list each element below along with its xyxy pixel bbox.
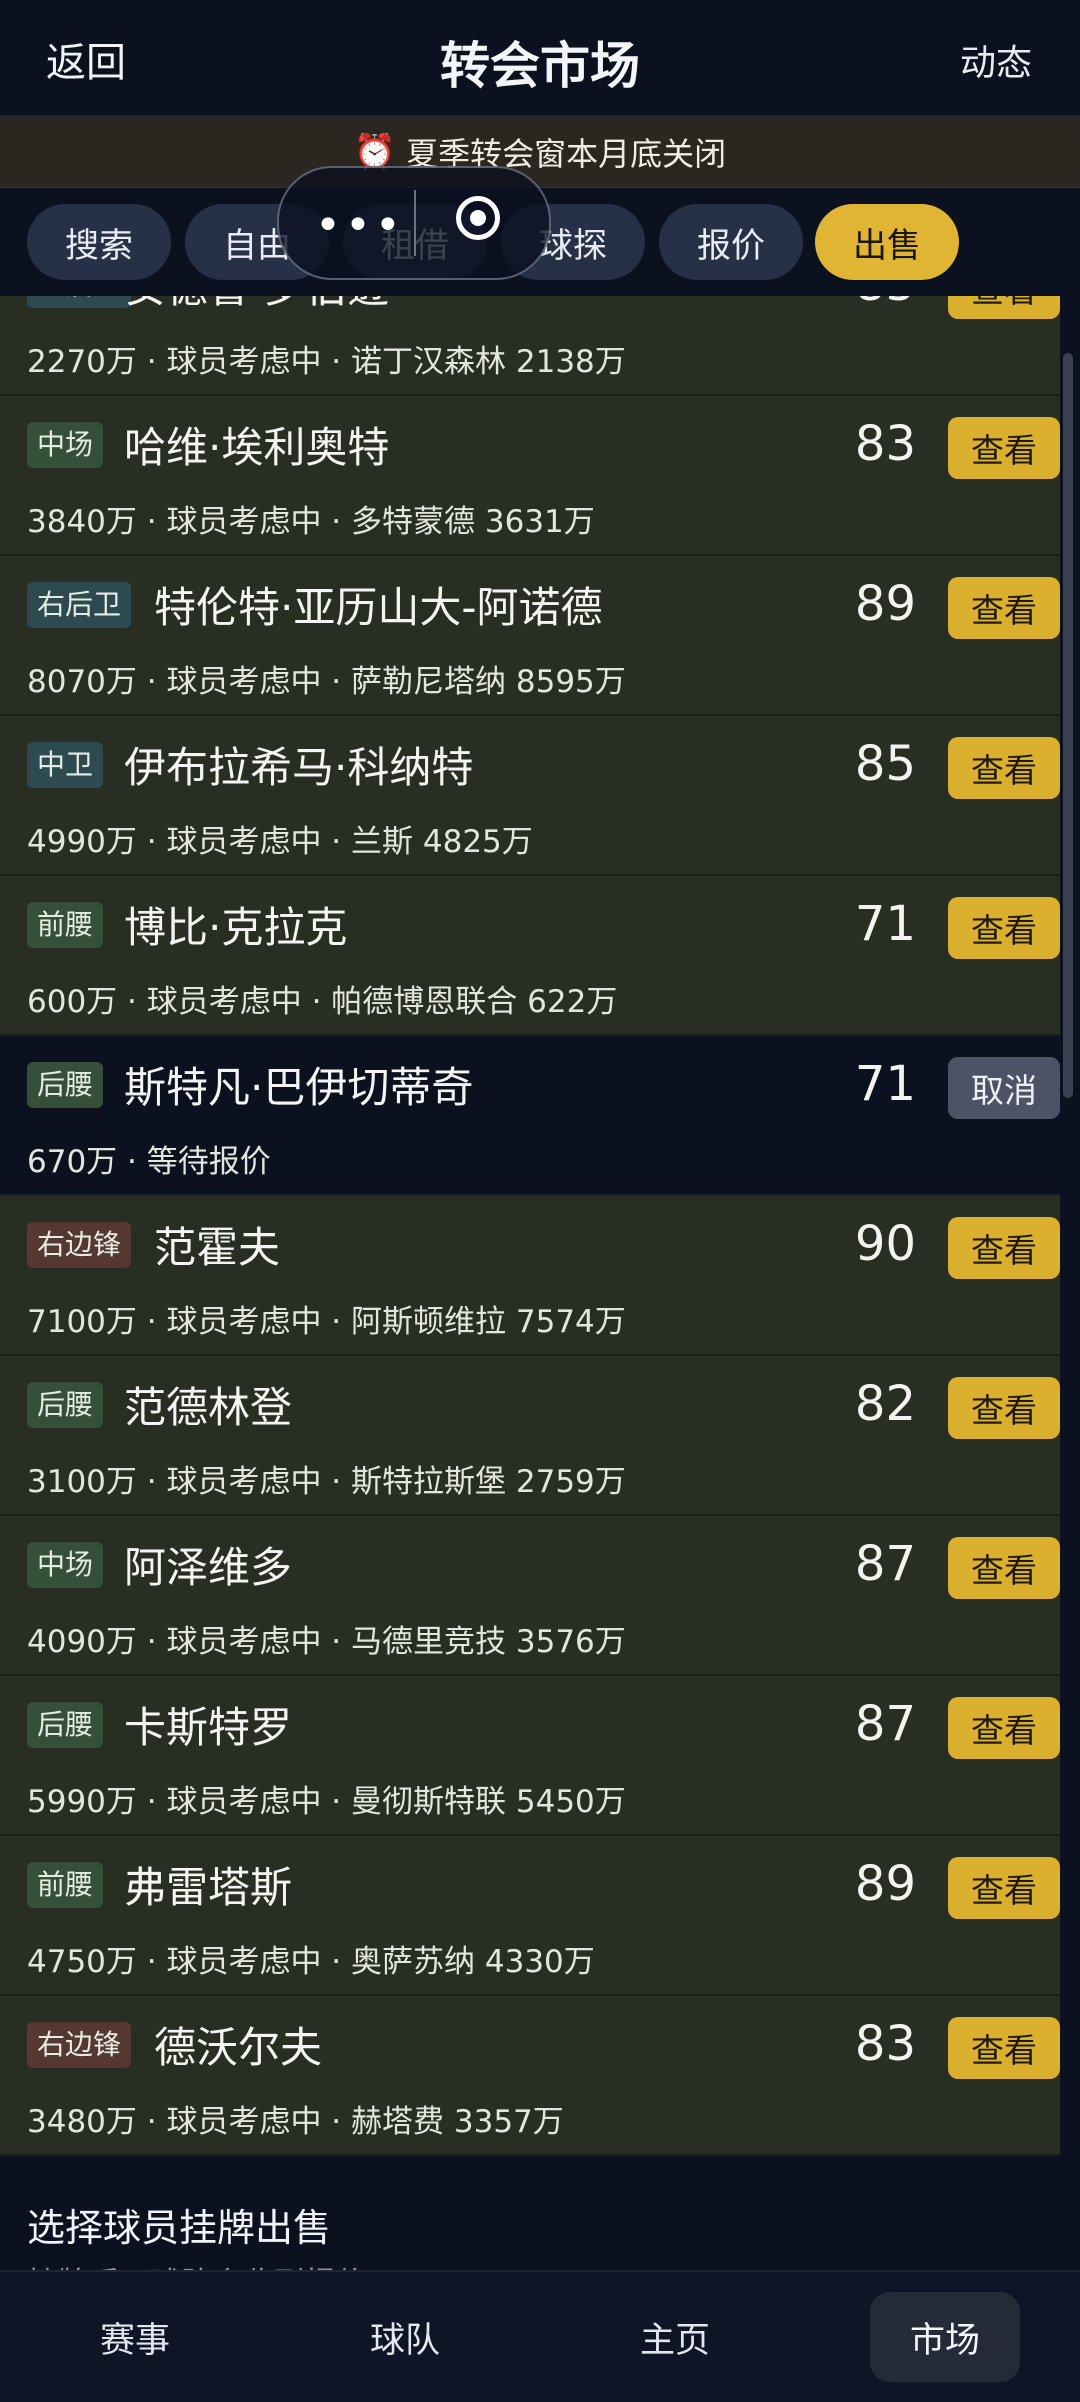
position-badge: 后腰 — [27, 1702, 104, 1748]
player-list: 左后卫 安德鲁·罗伯逊 85 查看 2270万 · 球员考虑中 · 诺丁汉森林 … — [0, 296, 1060, 2169]
player-row[interactable]: 右后卫 特伦特·亚历山大-阿诺德 89 查看 8070万 · 球员考虑中 · 萨… — [0, 556, 1060, 716]
page-title: 转会市场 — [440, 37, 640, 95]
player-rating: 89 — [854, 1856, 916, 1912]
player-name: 博比·克拉克 — [124, 903, 348, 952]
player-name: 阿泽维多 — [124, 1543, 293, 1592]
sell-section-subtitle: 挂牌后 · 球队会收到报价 — [27, 2258, 367, 2270]
player-rating: 85 — [854, 736, 916, 792]
player-name: 哈维·埃利奥特 — [124, 423, 390, 472]
position-badge: 后腰 — [27, 1382, 104, 1428]
player-rating: 90 — [854, 1216, 916, 1272]
cancel-listing-button[interactable]: 取消 — [948, 1057, 1060, 1119]
player-detail: 3480万 · 球员考虑中 · 赫塔费 3357万 — [27, 2104, 564, 2140]
player-detail: 4090万 · 球员考虑中 · 马德里竞技 3576万 — [27, 1624, 626, 1660]
list-scrollbar[interactable] — [1063, 353, 1073, 1098]
player-name: 范霍夫 — [154, 1223, 281, 1272]
position-badge: 左后卫 — [27, 296, 132, 308]
player-row[interactable]: 左后卫 安德鲁·罗伯逊 85 查看 2270万 · 球员考虑中 · 诺丁汉森林 … — [0, 296, 1060, 396]
tab-sell[interactable]: 出售 — [815, 204, 959, 280]
player-row[interactable]: 中场 阿泽维多 87 查看 4090万 · 球员考虑中 · 马德里竞技 3576… — [0, 1516, 1060, 1676]
position-badge: 右边锋 — [27, 1222, 132, 1268]
player-detail: 8070万 · 球员考虑中 · 萨勒尼塔纳 8595万 — [27, 664, 626, 700]
more-icon[interactable]: ••• — [315, 200, 405, 251]
view-button[interactable]: 查看 — [948, 1697, 1060, 1759]
position-badge: 中场 — [27, 1542, 104, 1588]
player-row[interactable]: 前腰 弗雷塔斯 89 查看 4750万 · 球员考虑中 · 奥萨苏纳 4330万 — [0, 1836, 1060, 1996]
nav-market[interactable]: 市场 — [870, 2292, 1020, 2382]
tab-search[interactable]: 搜索 — [27, 204, 171, 280]
nav-matches[interactable]: 赛事 — [60, 2292, 210, 2382]
player-rating: 87 — [854, 1536, 916, 1592]
player-row[interactable]: 右边锋 德沃尔夫 83 查看 3480万 · 球员考虑中 · 赫塔费 3357万 — [0, 1996, 1060, 2156]
player-rating: 83 — [854, 2016, 916, 2072]
player-rating: 82 — [854, 1376, 916, 1432]
tab-offers[interactable]: 报价 — [659, 204, 803, 280]
view-button[interactable]: 查看 — [948, 417, 1060, 479]
mini-program-capsule[interactable]: ••• — [277, 166, 551, 280]
position-badge: 中卫 — [27, 742, 104, 788]
player-rating: 85 — [855, 296, 916, 312]
player-detail: 600万 · 球员考虑中 · 帕德博恩联合 622万 — [27, 984, 618, 1020]
player-row[interactable]: 后腰 范德林登 82 查看 3100万 · 球员考虑中 · 斯特拉斯堡 2759… — [0, 1356, 1060, 1516]
player-detail: 670万 · 等待报价 — [27, 1144, 271, 1180]
player-name: 范德林登 — [124, 1383, 293, 1432]
player-rating: 83 — [854, 416, 916, 472]
app-header: 返回 转会市场 动态 — [0, 0, 1080, 117]
player-row[interactable]: 前腰 博比·克拉克 71 查看 600万 · 球员考虑中 · 帕德博恩联合 62… — [0, 876, 1060, 1036]
position-badge: 前腰 — [27, 1862, 104, 1908]
view-button[interactable]: 查看 — [948, 897, 1060, 959]
nav-team[interactable]: 球队 — [330, 2292, 480, 2382]
position-badge: 右边锋 — [27, 2022, 132, 2068]
player-detail: 5990万 · 球员考虑中 · 曼彻斯特联 5450万 — [27, 1784, 626, 1820]
feed-button[interactable]: 动态 — [960, 34, 1032, 86]
bottom-nav: 赛事 球队 主页 市场 — [0, 2270, 1080, 2402]
player-name: 斯特凡·巴伊切蒂奇 — [124, 1063, 474, 1112]
player-row[interactable]: 后腰 卡斯特罗 87 查看 5990万 · 球员考虑中 · 曼彻斯特联 5450… — [0, 1676, 1060, 1836]
view-button[interactable]: 查看 — [948, 2017, 1060, 2079]
player-rating: 71 — [854, 896, 916, 952]
nav-home[interactable]: 主页 — [600, 2292, 750, 2382]
position-badge: 右后卫 — [27, 582, 132, 628]
player-row[interactable]: 右边锋 范霍夫 90 查看 7100万 · 球员考虑中 · 阿斯顿维拉 7574… — [0, 1196, 1060, 1356]
player-rating: 89 — [854, 576, 916, 632]
sell-section-title: 选择球员挂牌出售 — [27, 2206, 332, 2250]
view-button[interactable]: 查看 — [948, 577, 1060, 639]
view-button[interactable]: 查看 — [948, 296, 1060, 319]
player-row[interactable]: 中卫 伊布拉希马·科纳特 85 查看 4990万 · 球员考虑中 · 兰斯 48… — [0, 716, 1060, 876]
position-badge: 后腰 — [27, 1062, 104, 1108]
position-badge: 中场 — [27, 422, 104, 468]
close-target-icon[interactable] — [456, 196, 500, 240]
player-row-pending[interactable]: 后腰 斯特凡·巴伊切蒂奇 71 取消 670万 · 等待报价 — [0, 1036, 1060, 1196]
player-name: 德沃尔夫 — [154, 2023, 323, 2072]
player-detail: 3840万 · 球员考虑中 · 多特蒙德 3631万 — [27, 504, 595, 540]
capsule-divider — [414, 190, 416, 256]
player-detail: 7100万 · 球员考虑中 · 阿斯顿维拉 7574万 — [27, 1304, 626, 1340]
player-rating: 71 — [854, 1056, 916, 1112]
player-name: 卡斯特罗 — [124, 1703, 293, 1752]
view-button[interactable]: 查看 — [948, 1217, 1060, 1279]
sell-section: 选择球员挂牌出售 挂牌后 · 球队会收到报价 — [0, 2170, 1080, 2270]
view-button[interactable]: 查看 — [948, 1537, 1060, 1599]
player-detail: 3100万 · 球员考虑中 · 斯特拉斯堡 2759万 — [27, 1464, 626, 1500]
player-name: 特伦特·亚历山大-阿诺德 — [154, 583, 603, 632]
player-rating: 87 — [854, 1696, 916, 1752]
view-button[interactable]: 查看 — [948, 1377, 1060, 1439]
player-name: 安德鲁·罗伯逊 — [124, 296, 389, 315]
transfer-window-banner: ⏰ 夏季转会窗本月底关闭 — [0, 117, 1080, 188]
player-detail: 4750万 · 球员考虑中 · 奥萨苏纳 4330万 — [27, 1944, 595, 1980]
player-name: 弗雷塔斯 — [124, 1863, 293, 1912]
player-name: 伊布拉希马·科纳特 — [124, 743, 474, 792]
view-button[interactable]: 查看 — [948, 737, 1060, 799]
player-row[interactable]: 中场 哈维·埃利奥特 83 查看 3840万 · 球员考虑中 · 多特蒙德 36… — [0, 396, 1060, 556]
view-button[interactable]: 查看 — [948, 1857, 1060, 1919]
player-detail: 2270万 · 球员考虑中 · 诺丁汉森林 2138万 — [27, 344, 626, 380]
position-badge: 前腰 — [27, 902, 104, 948]
player-detail: 4990万 · 球员考虑中 · 兰斯 4825万 — [27, 824, 533, 860]
